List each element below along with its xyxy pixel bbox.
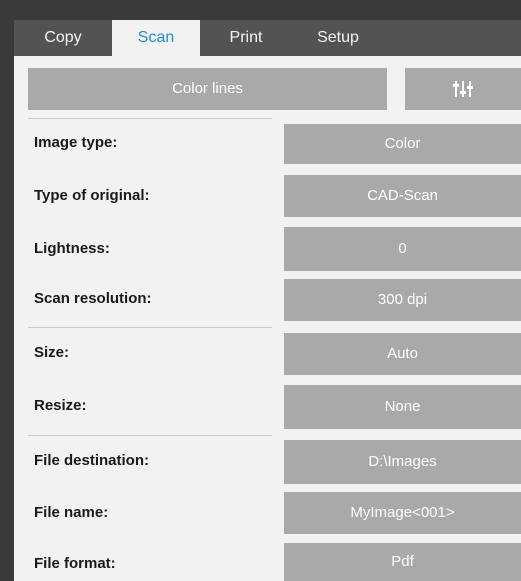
section-divider-1 [28, 118, 272, 119]
window-left-edge [0, 0, 14, 581]
tab-print[interactable]: Print [200, 20, 292, 56]
tab-scan[interactable]: Scan [112, 20, 200, 56]
scan-panel: Copy Scan Print Setup Color lines Image … [14, 20, 521, 581]
tab-setup[interactable]: Setup [292, 20, 384, 56]
tab-bar: Copy Scan Print Setup [14, 20, 521, 56]
file-name-label: File name: [34, 504, 109, 521]
file-name-value[interactable]: MyImage<001> [284, 492, 521, 534]
resize-label: Resize: [34, 397, 87, 414]
resize-value[interactable]: None [284, 385, 521, 429]
lightness-value[interactable]: 0 [284, 227, 521, 271]
size-label: Size: [34, 344, 70, 361]
section-divider-3 [28, 435, 272, 436]
sliders-icon [405, 68, 521, 98]
scan-resolution-value[interactable]: 300 dpi [284, 279, 521, 321]
window-top-edge [0, 0, 521, 20]
type-of-original-value[interactable]: CAD-Scan [284, 175, 521, 217]
section-divider-2 [28, 327, 272, 328]
size-value[interactable]: Auto [284, 333, 521, 375]
file-destination-value[interactable]: D:\Images [284, 440, 521, 484]
lightness-label: Lightness: [34, 240, 110, 257]
type-of-original-label: Type of original: [34, 187, 150, 204]
file-destination-label: File destination: [34, 452, 150, 469]
preset-button[interactable]: Color lines [28, 68, 387, 110]
settings-button[interactable] [405, 68, 521, 110]
file-format-value[interactable]: Pdf [284, 543, 521, 581]
tab-copy[interactable]: Copy [14, 20, 112, 56]
image-type-label: Image type: [34, 134, 118, 151]
image-type-value[interactable]: Color [284, 124, 521, 164]
scan-resolution-label: Scan resolution: [34, 290, 152, 307]
file-format-label: File format: [34, 555, 116, 572]
